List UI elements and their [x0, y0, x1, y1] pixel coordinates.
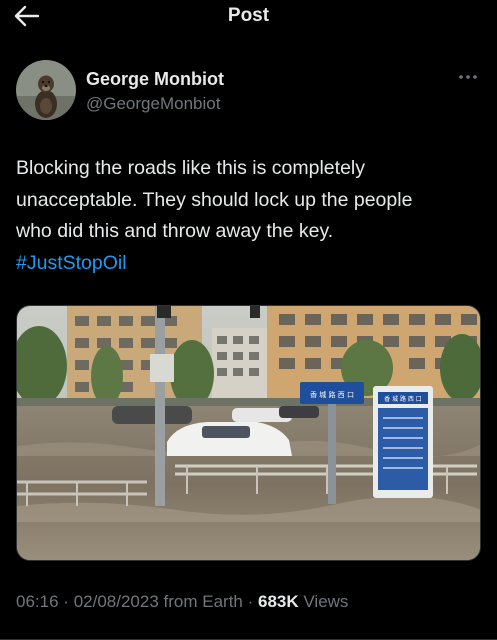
more-options-icon [459, 75, 477, 79]
otter-avatar-icon [16, 60, 76, 120]
post-meta: 06:16 · 02/08/2023 from Earth · 683K Vie… [16, 592, 348, 612]
tweet-text-line: Blocking the roads like this is complete… [16, 157, 365, 179]
more-options-button[interactable] [456, 70, 480, 84]
author-row: George Monbiot @GeorgeMonbiot [16, 60, 486, 122]
tweet-text: Blocking the roads like this is complete… [16, 153, 486, 279]
flooded-street-photo: 香 城 路 西 口 香 城 路 西 口 [17, 306, 480, 560]
tweet-text-line: who did this and throw away the key. [16, 220, 334, 242]
post-date[interactable]: 02/08/2023 [74, 592, 159, 611]
meta-separator: · [247, 592, 254, 611]
tweet-media-photo[interactable]: 香 城 路 西 口 香 城 路 西 口 [16, 305, 481, 561]
bus-stop-sign-right: 香 城 路 西 口 [384, 395, 422, 403]
bus-stop-sign-left: 香 城 路 西 口 [310, 390, 354, 399]
views-label: Views [303, 592, 349, 611]
author-handle[interactable]: @GeorgeMonbiot [86, 94, 220, 114]
page-title: Post [227, 5, 270, 26]
meta-separator: · [63, 592, 69, 611]
post-source: from Earth [163, 592, 243, 611]
views-count[interactable]: 683K [258, 592, 299, 611]
post-time[interactable]: 06:16 [16, 592, 59, 611]
hashtag-link[interactable]: #JustStopOil [16, 248, 486, 280]
top-bar: Post [0, 0, 497, 34]
tweet-text-line: unacceptable. They should lock up the pe… [16, 188, 413, 211]
avatar[interactable] [16, 60, 76, 120]
author-display-name[interactable]: George Monbiot [86, 69, 224, 90]
